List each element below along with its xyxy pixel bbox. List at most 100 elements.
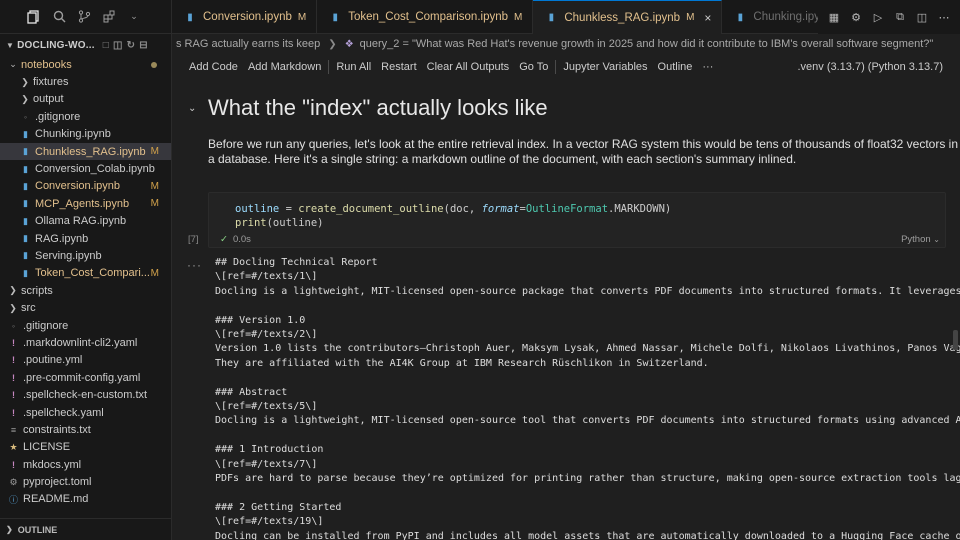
- chevron-down-icon: ⌄: [9, 59, 17, 70]
- tree-item[interactable]: ▮ MCP_Agents.ipynb M: [0, 195, 171, 212]
- tree-item-label: notebooks: [21, 58, 72, 71]
- tree-item[interactable]: ! mkdocs.yml: [0, 456, 171, 473]
- notebook-icon: ▮: [187, 11, 193, 23]
- clear-outputs-button[interactable]: Clear All Outputs: [422, 61, 515, 73]
- tree-item-label: LICENSE: [23, 441, 71, 454]
- split-editor-icon[interactable]: ◫: [916, 11, 928, 24]
- modified-badge: M: [297, 11, 307, 23]
- collapse-icon[interactable]: ⌄: [188, 103, 196, 114]
- jupyter-variables-button[interactable]: Jupyter Variables: [558, 61, 652, 73]
- cell-status-bar: [7] ✓ 0.0s Python ⌄: [172, 234, 946, 248]
- gear-icon[interactable]: ⚙: [850, 11, 862, 24]
- tab-conversion-ipynb[interactable]: ▮ Conversion.ipynb M: [172, 0, 318, 34]
- section-heading: What the "index" actually looks like: [208, 95, 548, 120]
- tree-item-label: README.md: [23, 493, 89, 506]
- tree-item[interactable]: ◦ .gitignore: [0, 108, 171, 125]
- code-token: .MARKDOWN): [608, 203, 672, 215]
- tree-item[interactable]: ▮ Ollama RAG.ipynb: [0, 213, 171, 230]
- explorer-sidebar: ⌄ ▼ DOCLING-WO... □ ◫ ↻ ⊟ ⌄ notebooks ❯ fix…: [0, 0, 172, 540]
- collapse-all-icon[interactable]: ⊟: [139, 40, 148, 51]
- output-actions-icon[interactable]: ···: [187, 258, 202, 272]
- git-status-dot: [151, 61, 157, 68]
- tree-item-label: constraints.txt: [23, 423, 91, 436]
- chevron-down-icon: ▼: [6, 40, 15, 50]
- cell-output: ## Docling Technical Report \[ref=#/text…: [215, 257, 960, 540]
- tree-item[interactable]: ◦ .gitignore: [0, 317, 171, 334]
- search-icon[interactable]: [51, 9, 67, 25]
- git-status-badge: M: [150, 180, 159, 192]
- tree-item-label: scripts: [21, 284, 53, 297]
- chevron-right-icon: ❯: [21, 76, 29, 87]
- tree-item[interactable]: ≡ constraints.txt: [0, 421, 171, 438]
- tab-label: Conversion.ipynb: [203, 11, 292, 23]
- notebook-icon: ▮: [23, 215, 28, 226]
- tree-item-label: Token_Cost_Compari...: [35, 267, 150, 280]
- new-file-icon[interactable]: □: [103, 40, 109, 51]
- tree-item[interactable]: ▮ Chunkless_RAG.ipynb M: [0, 142, 171, 161]
- tree-item[interactable]: ! .markdownlint-cli2.yaml: [0, 334, 171, 351]
- tree-item[interactable]: ! .pre-commit-config.yaml: [0, 369, 171, 386]
- tree-item-label: .spellcheck.yaml: [23, 406, 104, 419]
- tree-item[interactable]: ⓘ README.md: [0, 491, 171, 508]
- breadcrumb-item-symbol[interactable]: query_2 = "What was Red Hat's revenue gr…: [360, 38, 934, 50]
- refresh-icon[interactable]: ↻: [127, 40, 136, 51]
- tree-item[interactable]: ▮ Chunking.ipynb: [0, 126, 171, 143]
- extensions-icon[interactable]: [101, 9, 117, 25]
- notebook-editor: ⌄ What the "index" actually looks like B…: [172, 84, 960, 540]
- toolbar-divider: [328, 60, 330, 74]
- code-token: (doc,: [443, 203, 482, 215]
- breadcrumb-item-section[interactable]: s RAG actually earns its keep: [176, 38, 320, 50]
- tree-item[interactable]: ! .poutine.yml: [0, 352, 171, 369]
- outline-button[interactable]: Outline: [653, 61, 698, 73]
- code-content[interactable]: outline = create_document_outline(doc, f…: [235, 202, 671, 230]
- more-button[interactable]: ···: [697, 61, 718, 73]
- tree-item[interactable]: ▮ RAG.ipynb: [0, 230, 171, 247]
- toolbar-divider: [555, 60, 557, 74]
- tree-item[interactable]: ★ LICENSE: [0, 439, 171, 456]
- add-markdown-button[interactable]: Add Markdown: [243, 61, 326, 73]
- yaml-icon: !: [12, 355, 15, 366]
- tree-item[interactable]: ⌄ notebooks: [0, 56, 171, 73]
- tab-token-cost-comparison-ipynb[interactable]: ▮ Token_Cost_Comparison.ipynb M: [317, 0, 534, 34]
- restart-button[interactable]: Restart: [376, 61, 421, 73]
- tree-item[interactable]: ▮ Conversion_Colab.ipynb: [0, 160, 171, 177]
- go-to-button[interactable]: Go To: [514, 61, 553, 73]
- tree-item[interactable]: ! .spellcheck.yaml: [0, 404, 171, 421]
- tree-item[interactable]: ! .spellcheck-en-custom.txt: [0, 386, 171, 403]
- notebook-icon: ▮: [23, 233, 28, 244]
- scrollbar-thumb[interactable]: [953, 330, 958, 350]
- run-icon[interactable]: ▷: [872, 11, 884, 24]
- tree-item[interactable]: ❯ fixtures: [0, 73, 171, 90]
- run-all-button[interactable]: Run All: [331, 61, 376, 73]
- files-icon[interactable]: [26, 9, 42, 25]
- add-code-button[interactable]: Add Code: [184, 61, 243, 73]
- tree-item[interactable]: ❯ src: [0, 299, 171, 316]
- tree-item[interactable]: ❯ output: [0, 91, 171, 108]
- outline-section-header[interactable]: ❯ OUTLINE: [0, 518, 171, 540]
- language-label: Python: [901, 234, 931, 245]
- tree-item[interactable]: ❯ scripts: [0, 282, 171, 299]
- source-control-icon[interactable]: [76, 9, 92, 25]
- file-icon: ◦: [23, 111, 28, 122]
- variables-icon[interactable]: ▦: [828, 11, 840, 24]
- chevron-down-icon[interactable]: ⌄: [126, 9, 142, 25]
- explorer-header[interactable]: ▼ DOCLING-WO... □ ◫ ↻ ⊟: [0, 34, 171, 56]
- tree-item[interactable]: ▮ Token_Cost_Compari... M: [0, 265, 171, 282]
- close-icon[interactable]: ×: [704, 11, 711, 25]
- compare-icon[interactable]: ⧉: [894, 11, 906, 24]
- chevron-right-icon: ❯: [9, 285, 17, 296]
- tree-item[interactable]: ▮ Conversion.ipynb M: [0, 178, 171, 195]
- yaml-icon: !: [12, 459, 15, 470]
- tree-item-label: mkdocs.yml: [23, 458, 82, 471]
- yaml-icon: !: [12, 372, 15, 383]
- kernel-picker[interactable]: .venv (3.13.7) (Python 3.13.7): [792, 61, 948, 73]
- more-actions-icon[interactable]: ⋯: [938, 11, 950, 24]
- new-folder-icon[interactable]: ◫: [113, 40, 123, 51]
- tree-item[interactable]: ▮ Serving.ipynb: [0, 247, 171, 264]
- tree-item[interactable]: ⚙ pyproject.toml: [0, 473, 171, 490]
- code-token: print: [235, 217, 267, 229]
- tab-chunkless-rag-ipynb[interactable]: ▮ Chunkless_RAG.ipynb M ×: [533, 0, 723, 34]
- markdown-paragraph: Before we run any queries, let's look at…: [208, 137, 960, 167]
- cell-language-picker[interactable]: Python ⌄: [901, 234, 940, 245]
- notebook-icon: ▮: [23, 180, 28, 191]
